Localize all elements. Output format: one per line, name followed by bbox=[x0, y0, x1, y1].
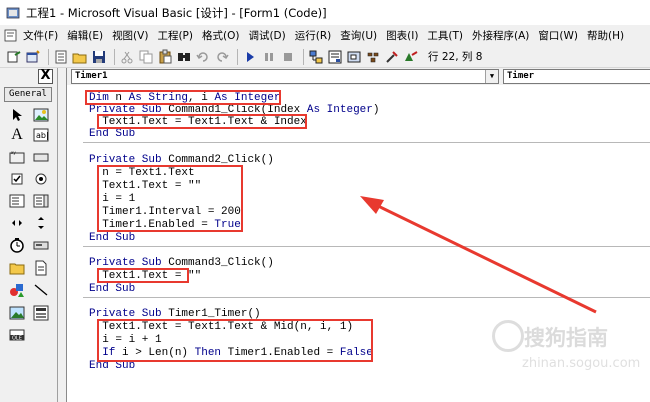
annotation-arrow bbox=[360, 196, 597, 314]
